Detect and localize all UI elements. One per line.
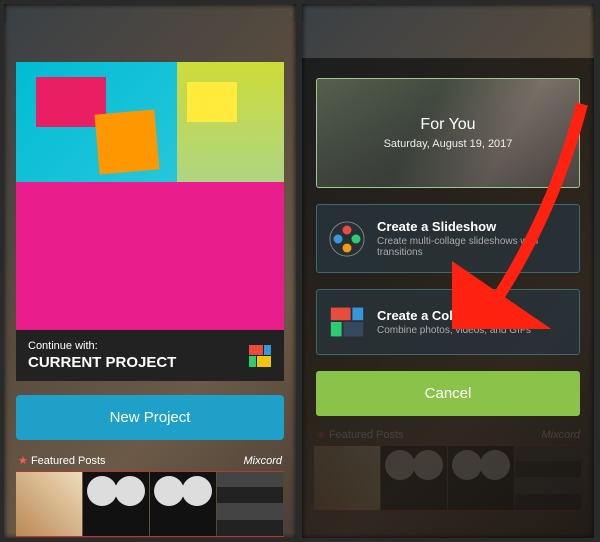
for-you-card[interactable]: For You Saturday, August 19, 2017	[316, 78, 580, 188]
view-more-button[interactable]: View More	[16, 537, 284, 538]
option-title: Create a Collage	[377, 308, 531, 323]
current-project-preview[interactable]	[16, 62, 284, 330]
brand-label: Mixcord	[243, 455, 282, 467]
option-title: Create a Slideshow	[377, 219, 567, 234]
continue-project-bar[interactable]: Continue with: CURRENT PROJECT	[16, 330, 284, 381]
thumbnail[interactable]	[83, 472, 149, 536]
continue-label: Continue with:	[28, 340, 176, 352]
collage-icon	[248, 344, 272, 368]
phone-screen-left: ◂ Search ••••• 6:52 PM ᚼ 100% PICPLAYPOS…	[4, 4, 296, 538]
for-you-title: For You	[420, 116, 475, 134]
thumbnail[interactable]	[150, 472, 216, 536]
slideshow-icon	[329, 221, 365, 257]
for-you-date: Saturday, August 19, 2017	[384, 138, 513, 150]
create-collage-card[interactable]: Create a Collage Combine photos, videos,…	[316, 289, 580, 355]
current-project-title: CURRENT PROJECT	[28, 354, 176, 371]
option-subtitle: Combine photos, videos, and GIFs	[377, 325, 531, 336]
option-subtitle: Create multi-collage slideshows with tra…	[377, 236, 567, 258]
cancel-button[interactable]: Cancel	[316, 371, 580, 416]
create-slideshow-card[interactable]: Create a Slideshow Create multi-collage …	[316, 204, 580, 273]
new-project-button[interactable]: New Project	[16, 395, 284, 440]
featured-thumbnails[interactable]	[16, 471, 284, 537]
create-menu-overlay: For You Saturday, August 19, 2017 Create…	[302, 58, 594, 538]
collage-icon	[329, 304, 365, 340]
featured-posts-section: ★ Featured Posts Mixcord View More	[16, 454, 284, 538]
phone-screen-right: ◂ Search ••••• 11:42 PM ᚼ 100% PICPLAYPO…	[302, 4, 594, 538]
thumbnail[interactable]	[16, 472, 82, 536]
star-icon: ★	[18, 455, 28, 467]
thumbnail[interactable]	[217, 472, 283, 536]
featured-label: Featured Posts	[31, 455, 106, 467]
